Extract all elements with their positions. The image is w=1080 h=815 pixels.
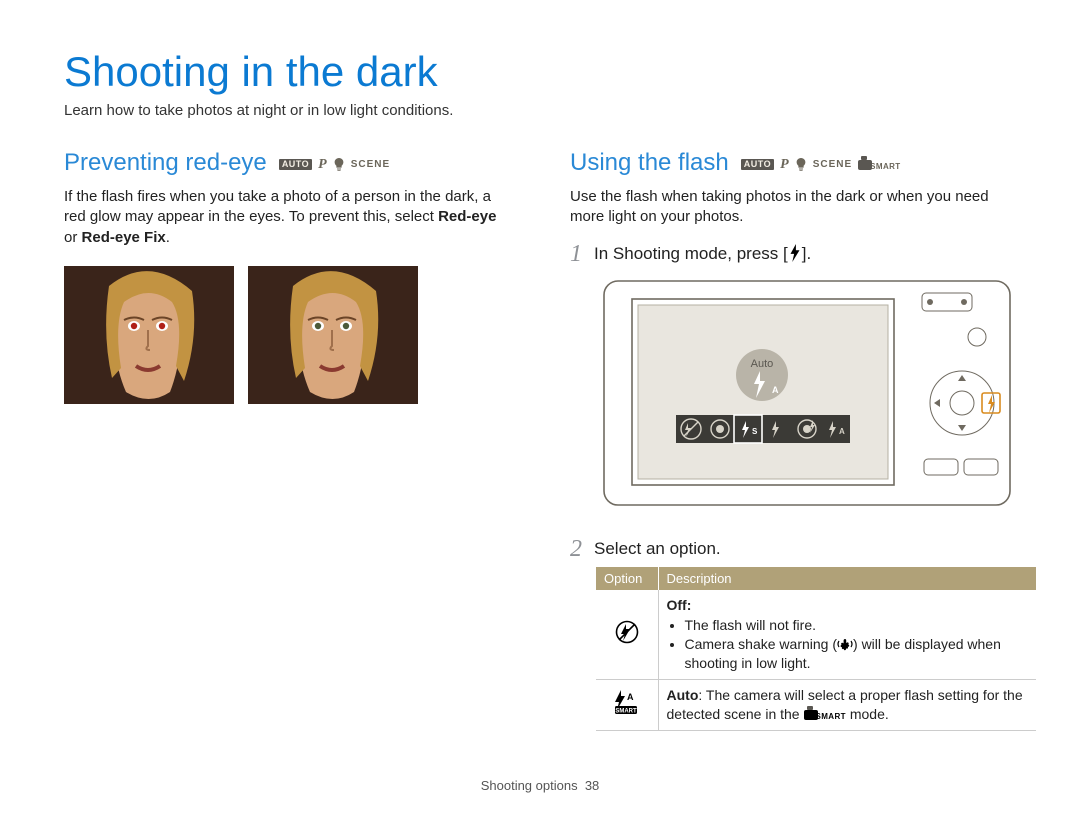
flash-auto-description: Auto: The camera will select a proper fl…: [658, 680, 1036, 731]
night-mode-icon: [795, 158, 807, 172]
example-photos: [64, 266, 510, 404]
night-mode-icon: [333, 158, 345, 172]
red-eye-before-photo: [64, 266, 234, 404]
table-header-description: Description: [658, 567, 1036, 590]
flash-overlay-label: Auto: [751, 358, 774, 370]
mode-badges-left: AUTO P SCENE: [279, 157, 390, 173]
scene-badge-icon: SCENE: [351, 159, 390, 170]
svg-text:A: A: [839, 427, 845, 436]
page-footer: Shooting options 38: [0, 778, 1080, 793]
svg-text:A: A: [627, 692, 634, 702]
step-1-text: In Shooting mode, press [].: [594, 242, 811, 267]
p-mode-icon: P: [780, 157, 789, 173]
step-2: 2 Select an option.: [570, 537, 1016, 561]
svg-text:S: S: [752, 427, 758, 436]
mode-badges-right: AUTO P SCENE SMART: [741, 157, 901, 173]
step-2-text: Select an option.: [594, 537, 721, 561]
heading-preventing-red-eye: Preventing red-eye: [64, 149, 267, 177]
section-preventing-red-eye: Preventing red-eye AUTO P SCENE If the f…: [64, 149, 510, 731]
flash-body-text: Use the flash when taking photos in the …: [570, 187, 1016, 228]
auto-badge-icon: AUTO: [279, 159, 312, 170]
flash-off-icon: [596, 590, 658, 680]
table-header-option: Option: [596, 567, 658, 590]
intro-text: Learn how to take photos at night or in …: [64, 102, 1016, 119]
camera-shake-icon: [837, 636, 853, 652]
svg-text:SMART: SMART: [615, 708, 637, 714]
camera-back-illustration: Auto A S A: [602, 275, 1016, 519]
step-1: 1 In Shooting mode, press [].: [570, 242, 1016, 267]
scene-badge-icon: SCENE: [813, 159, 852, 170]
page-title: Shooting in the dark: [64, 48, 1016, 96]
svg-text:A: A: [772, 385, 779, 395]
step-2-number: 2: [570, 537, 582, 561]
flash-auto-smart-icon: A SMART: [596, 680, 658, 731]
p-mode-icon: P: [318, 157, 327, 173]
smart-badge-icon: SMART: [858, 157, 900, 173]
smart-mode-icon: SMART: [804, 705, 846, 724]
red-eye-after-photo: [248, 266, 418, 404]
heading-using-flash: Using the flash: [570, 149, 729, 177]
flash-options-table: Option Description Off: The flash will n…: [596, 567, 1036, 731]
table-row: A SMART Auto: The camera will select a pr…: [596, 680, 1036, 731]
flash-off-description: Off: The flash will not fire. Camera sha…: [658, 590, 1036, 680]
auto-badge-icon: AUTO: [741, 159, 774, 170]
red-eye-body-text: If the flash fires when you take a photo…: [64, 187, 510, 248]
section-using-flash: Using the flash AUTO P SCENE SMART Use t…: [570, 149, 1016, 731]
flash-button-icon: [788, 244, 802, 267]
step-1-number: 1: [570, 242, 582, 267]
table-row: Off: The flash will not fire. Camera sha…: [596, 590, 1036, 680]
